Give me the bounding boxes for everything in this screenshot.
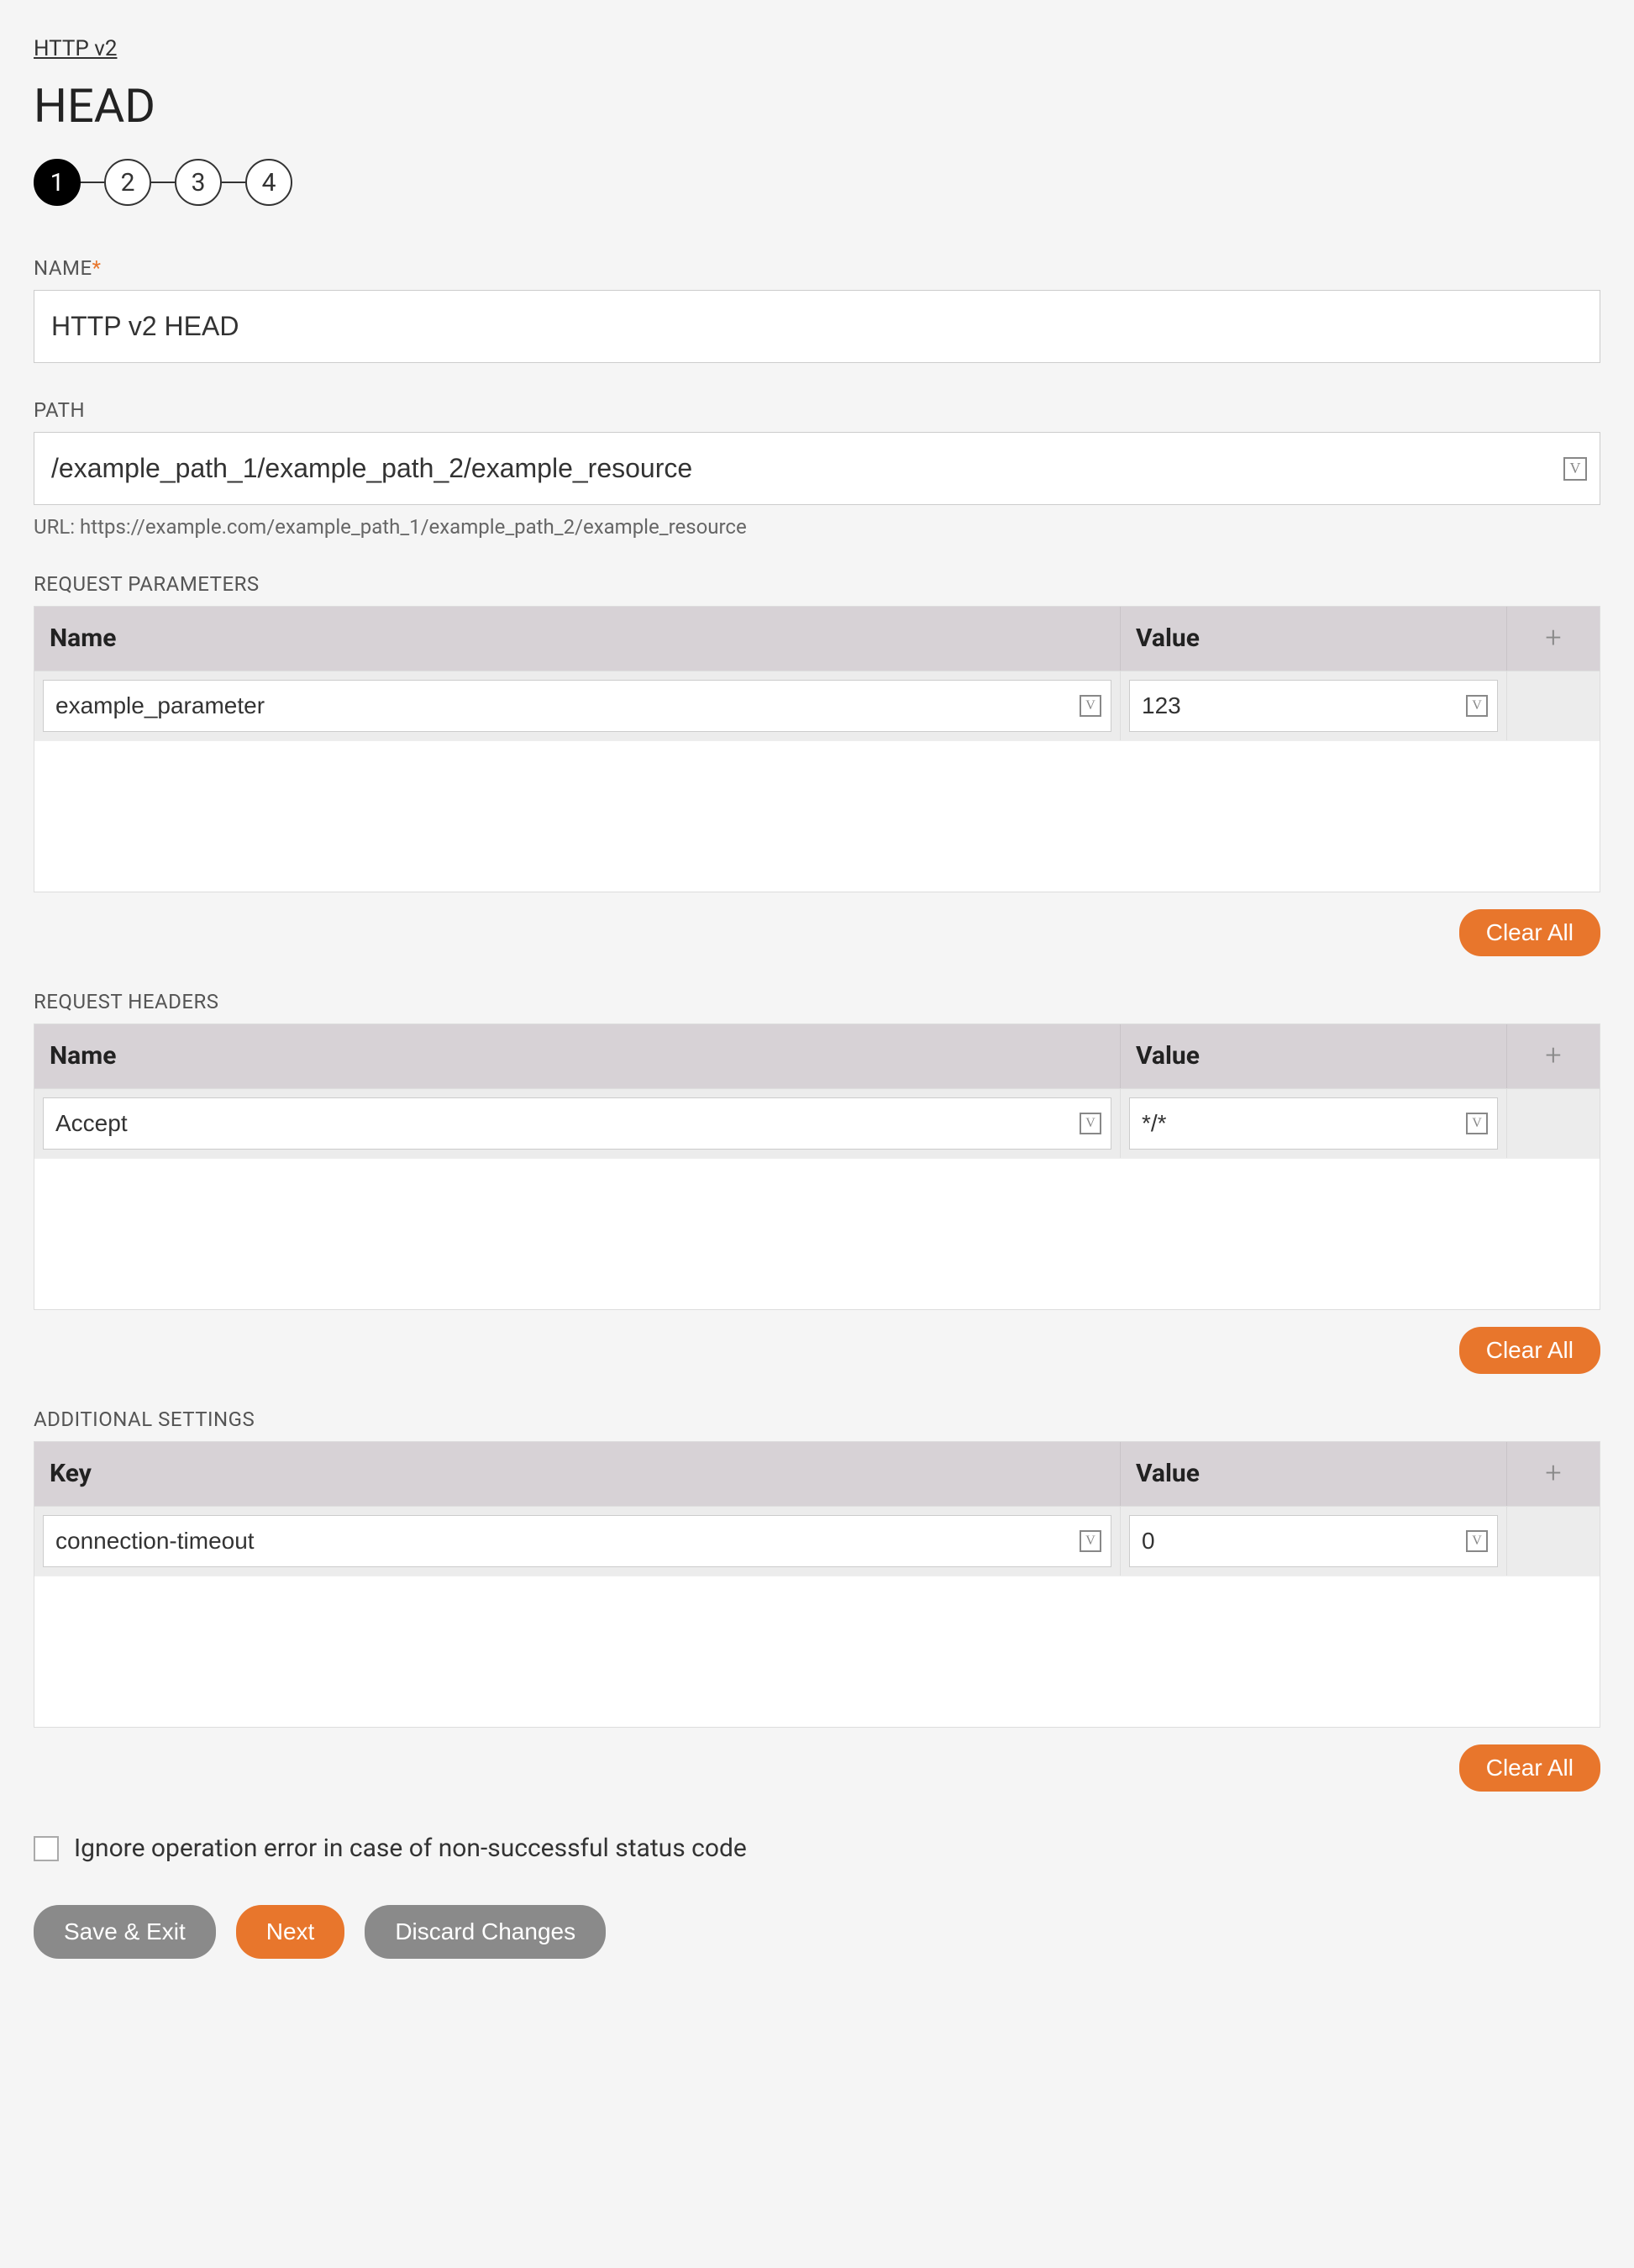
additional-settings-table: Key Value + V V [34,1441,1600,1728]
ignore-error-label: Ignore operation error in case of non-su… [74,1834,747,1863]
column-header-key: Key [34,1442,1121,1506]
table-empty-area [34,1576,1600,1727]
table-row: V V [34,1506,1600,1576]
table-row: V V [34,671,1600,740]
next-button[interactable]: Next [236,1905,345,1959]
additional-settings-label: ADDITIONAL SETTINGS [34,1408,1600,1431]
variable-icon[interactable]: V [1080,1113,1101,1134]
stepper: 1 2 3 4 [34,159,1600,206]
name-input[interactable] [34,290,1600,363]
setting-value-input[interactable] [1129,1515,1498,1567]
clear-all-button[interactable]: Clear All [1459,1744,1600,1792]
variable-icon[interactable]: V [1466,695,1488,717]
url-preview: URL: https://example.com/example_path_1/… [34,515,1600,539]
step-3[interactable]: 3 [175,159,222,206]
add-row-icon[interactable]: + [1545,1456,1561,1490]
variable-icon[interactable]: V [1080,1530,1101,1552]
variable-icon[interactable]: V [1080,695,1101,717]
step-4[interactable]: 4 [245,159,292,206]
param-name-input[interactable] [43,680,1111,732]
column-header-name: Name [34,1024,1121,1088]
table-row: V V [34,1088,1600,1158]
step-2[interactable]: 2 [104,159,151,206]
request-headers-table: Name Value + V V [34,1023,1600,1310]
request-headers-label: REQUEST HEADERS [34,990,1600,1013]
setting-key-input[interactable] [43,1515,1111,1567]
table-empty-area [34,1158,1600,1309]
request-parameters-label: REQUEST PARAMETERS [34,572,1600,596]
clear-all-button[interactable]: Clear All [1459,909,1600,956]
path-label: PATH [34,398,1600,422]
header-name-input[interactable] [43,1097,1111,1150]
variable-icon[interactable]: V [1466,1530,1488,1552]
column-header-value: Value [1121,1442,1507,1506]
table-empty-area [34,740,1600,892]
step-connector [222,182,245,183]
column-header-value: Value [1121,1024,1507,1088]
breadcrumb-link[interactable]: HTTP v2 [34,36,117,61]
variable-icon[interactable]: V [1563,457,1587,481]
header-value-input[interactable] [1129,1097,1498,1150]
page-title: HEAD [34,78,1600,134]
save-exit-button[interactable]: Save & Exit [34,1905,216,1959]
column-header-name: Name [34,607,1121,671]
column-header-value: Value [1121,607,1507,671]
step-connector [151,182,175,183]
add-row-icon[interactable]: + [1545,1039,1561,1072]
step-connector [81,182,104,183]
ignore-error-checkbox[interactable] [34,1836,59,1861]
step-1[interactable]: 1 [34,159,81,206]
request-parameters-table: Name Value + V V [34,606,1600,892]
variable-icon[interactable]: V [1466,1113,1488,1134]
clear-all-button[interactable]: Clear All [1459,1327,1600,1374]
add-row-icon[interactable]: + [1545,621,1561,655]
name-label: NAME* [34,256,1600,280]
param-value-input[interactable] [1129,680,1498,732]
discard-changes-button[interactable]: Discard Changes [365,1905,606,1959]
path-input[interactable] [34,432,1600,505]
